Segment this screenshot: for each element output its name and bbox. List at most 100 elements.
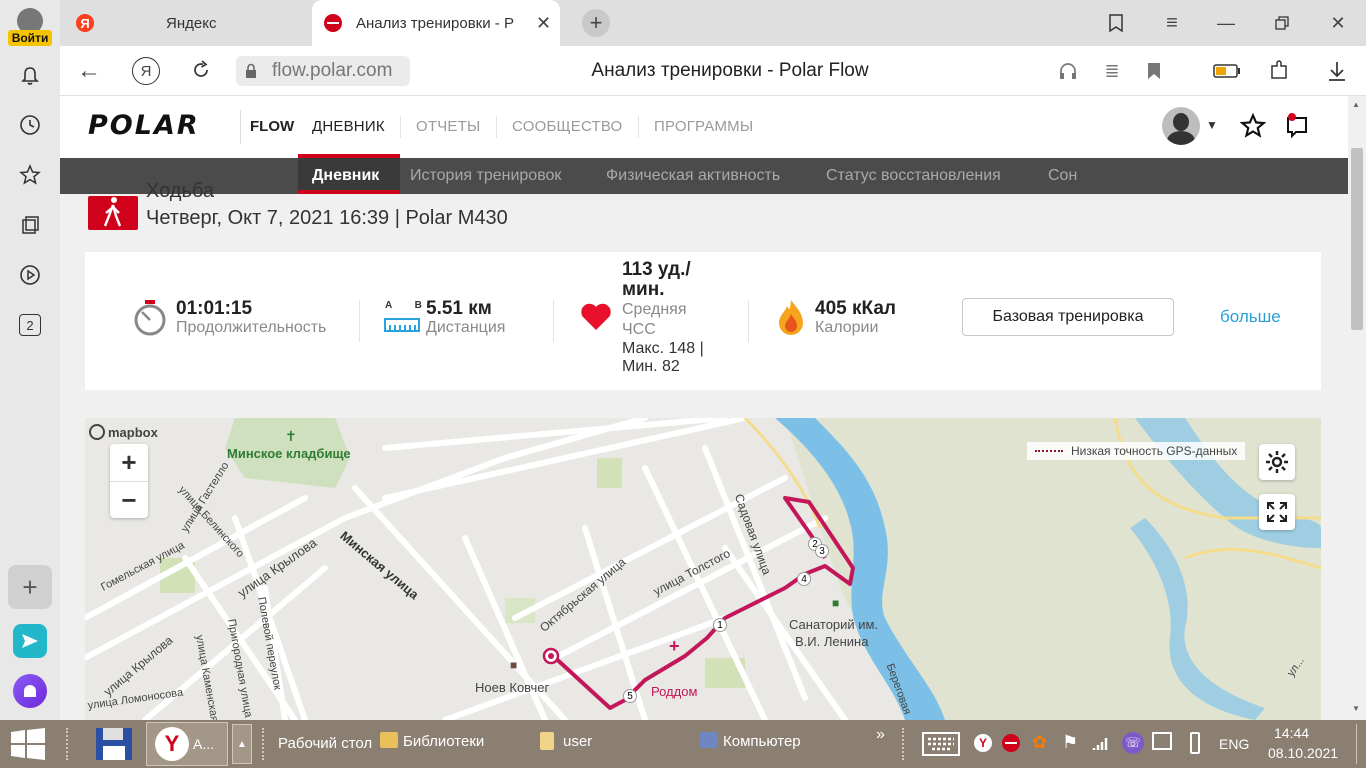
subnav-training-history[interactable]: История тренировок (410, 167, 561, 185)
libraries-toolbar-label[interactable]: Библиотеки (403, 733, 484, 750)
nav-programs[interactable]: ПРОГРАММЫ (654, 118, 753, 135)
user-folder-icon[interactable] (540, 732, 554, 750)
subnav-activity[interactable]: Физическая активность (606, 167, 780, 185)
route-marker[interactable]: 5 (623, 689, 637, 703)
viber-tray-icon[interactable]: ☏ (1122, 732, 1144, 754)
extensions-icon[interactable] (1266, 58, 1292, 84)
tabs-counter-button[interactable]: 2 (10, 305, 50, 345)
sync-notifications-icon[interactable] (1284, 112, 1312, 145)
tab-yandex[interactable]: Я Яндекс (68, 0, 308, 46)
subnav-diary[interactable]: Дневник (312, 167, 379, 185)
map-label-roddom: Роддом (651, 684, 698, 699)
web-page-content: POLAR FLOW ДНЕВНИК ОТЧЕТЫ СООБЩЕСТВО ПРО… (60, 96, 1348, 720)
history-clock-icon[interactable] (10, 105, 50, 145)
url-field[interactable]: flow.polar.com (236, 56, 410, 86)
reload-icon[interactable] (188, 57, 214, 83)
add-panel-plus-icon[interactable]: + (8, 565, 52, 609)
notifications-bell-icon[interactable] (10, 56, 50, 96)
battery-tray-icon[interactable] (1190, 732, 1200, 754)
clock-time[interactable]: 14:44 (1274, 725, 1309, 741)
session-date-device: Четверг, Окт 7, 2021 16:39 | Polar M430 (146, 207, 508, 229)
yandex-favicon-icon: Я (76, 14, 94, 32)
user-menu-chevron-down-icon[interactable]: ▼ (1206, 118, 1218, 132)
scroll-up-arrow-icon[interactable]: ▲ (1352, 100, 1360, 109)
close-window-icon[interactable]: ✕ (1326, 12, 1350, 34)
back-arrow-icon[interactable]: ← (76, 57, 102, 84)
computer-toolbar-label[interactable]: Компьютер (723, 733, 801, 750)
signal-strength-icon[interactable] (1092, 734, 1110, 757)
sport-name: Ходьба (146, 180, 215, 202)
avast-tray-icon[interactable]: ✿ (1032, 732, 1047, 753)
route-marker[interactable]: 3 (815, 544, 829, 558)
toolbar-overflow-chevron-icon[interactable]: » (876, 726, 885, 744)
libraries-folder-icon[interactable] (380, 732, 398, 748)
browser-address-bar: ← Я flow.polar.com Анализ тренировки - P… (60, 46, 1366, 96)
zoom-out-button[interactable]: − (110, 481, 148, 518)
headphones-icon[interactable] (1056, 60, 1080, 82)
menu-hamburger-icon[interactable]: ≡ (1160, 12, 1184, 34)
download-icon[interactable] (1324, 58, 1350, 84)
yandex-home-icon[interactable]: Я (132, 57, 160, 85)
collections-icon[interactable] (10, 205, 50, 245)
alice-assistant-icon[interactable] (10, 671, 50, 711)
battery-saver-icon[interactable] (1212, 60, 1242, 82)
map-settings-gear-icon[interactable] (1259, 444, 1295, 480)
network-monitor-icon[interactable] (1152, 732, 1172, 750)
training-benefit-button[interactable]: Базовая тренировка (962, 298, 1174, 336)
route-map[interactable]: ✝ + ■ ■ 1 2 3 4 5 Минское кладбище Минск… (85, 418, 1321, 720)
duration-value: 01:01:15 (176, 298, 253, 319)
mapbox-label: mapbox (108, 424, 158, 440)
minimize-window-icon[interactable]: — (1214, 12, 1238, 34)
reader-mode-icon[interactable]: ≣ (1100, 60, 1124, 82)
user-avatar[interactable] (1162, 107, 1200, 145)
route-marker[interactable]: 1 (713, 618, 727, 632)
restore-window-icon[interactable] (1270, 12, 1294, 34)
distance-label: Дистанция (426, 319, 506, 336)
scroll-down-arrow-icon[interactable]: ▼ (1352, 704, 1360, 713)
show-desktop-button[interactable] (1356, 724, 1364, 764)
zoom-in-button[interactable]: + (121, 444, 136, 481)
mapbox-attribution[interactable]: mapbox (89, 424, 158, 440)
video-play-icon[interactable] (10, 255, 50, 295)
nav-community[interactable]: СООБЩЕСТВО (512, 118, 622, 135)
yandex-browser-taskbar-button[interactable]: Y А... (146, 722, 228, 766)
duration-label: Продолжительность (176, 319, 327, 336)
heart-rate-min-max: Макс. 148 | Мин. 82 (622, 340, 704, 375)
map-fullscreen-icon[interactable] (1259, 494, 1295, 530)
more-link[interactable]: больше (1220, 307, 1281, 327)
messenger-app-icon[interactable] (10, 621, 50, 661)
clock-date[interactable]: 08.10.2021 (1268, 745, 1338, 761)
tab-manager-icon[interactable] (1104, 12, 1128, 34)
close-tab-icon[interactable]: ✕ (536, 13, 551, 34)
taskbar-expand-button[interactable]: ▲ (232, 724, 252, 764)
desktop-toolbar-label[interactable]: Рабочий стол (278, 735, 372, 752)
subnav-recovery-status[interactable]: Статус восстановления (826, 167, 1001, 185)
nav-reports[interactable]: ОТЧЕТЫ (416, 118, 480, 135)
new-tab-plus-icon[interactable]: + (582, 9, 610, 37)
favorites-star-icon[interactable] (1239, 112, 1267, 144)
computer-icon[interactable] (700, 732, 718, 748)
save-floppy-icon[interactable] (94, 726, 134, 767)
route-marker[interactable]: 4 (797, 572, 811, 586)
language-indicator[interactable]: ENG (1219, 736, 1249, 752)
tab-polar-analysis[interactable]: Анализ тренировки - P ✕ (312, 0, 560, 46)
polar-tray-icon[interactable] (1002, 734, 1020, 752)
heart-rate-label: Средняя ЧСС (622, 301, 687, 338)
yandex-tray-icon[interactable]: Y (974, 734, 992, 752)
bookmark-page-icon[interactable] (1142, 60, 1166, 82)
user-toolbar-label[interactable]: user (563, 733, 592, 750)
windows-start-icon[interactable] (10, 728, 46, 765)
polar-logo[interactable]: POLAR (88, 110, 200, 141)
scrollbar-thumb[interactable] (1351, 148, 1363, 330)
summary-separator (359, 300, 360, 342)
profile-login-button[interactable]: Войти (7, 4, 53, 50)
calories-value: 405 кКал (815, 298, 896, 319)
stopwatch-icon (134, 300, 166, 336)
keyboard-icon[interactable] (922, 732, 960, 761)
taskbar-grip (66, 728, 72, 760)
polar-subnav: Дневник История тренировок Физическая ак… (60, 158, 1348, 194)
subnav-sleep[interactable]: Сон (1048, 167, 1077, 185)
nav-diary[interactable]: ДНЕВНИК (312, 118, 385, 135)
bookmarks-star-icon[interactable] (10, 155, 50, 195)
action-center-flag-icon[interactable]: ⚑ (1062, 732, 1078, 753)
